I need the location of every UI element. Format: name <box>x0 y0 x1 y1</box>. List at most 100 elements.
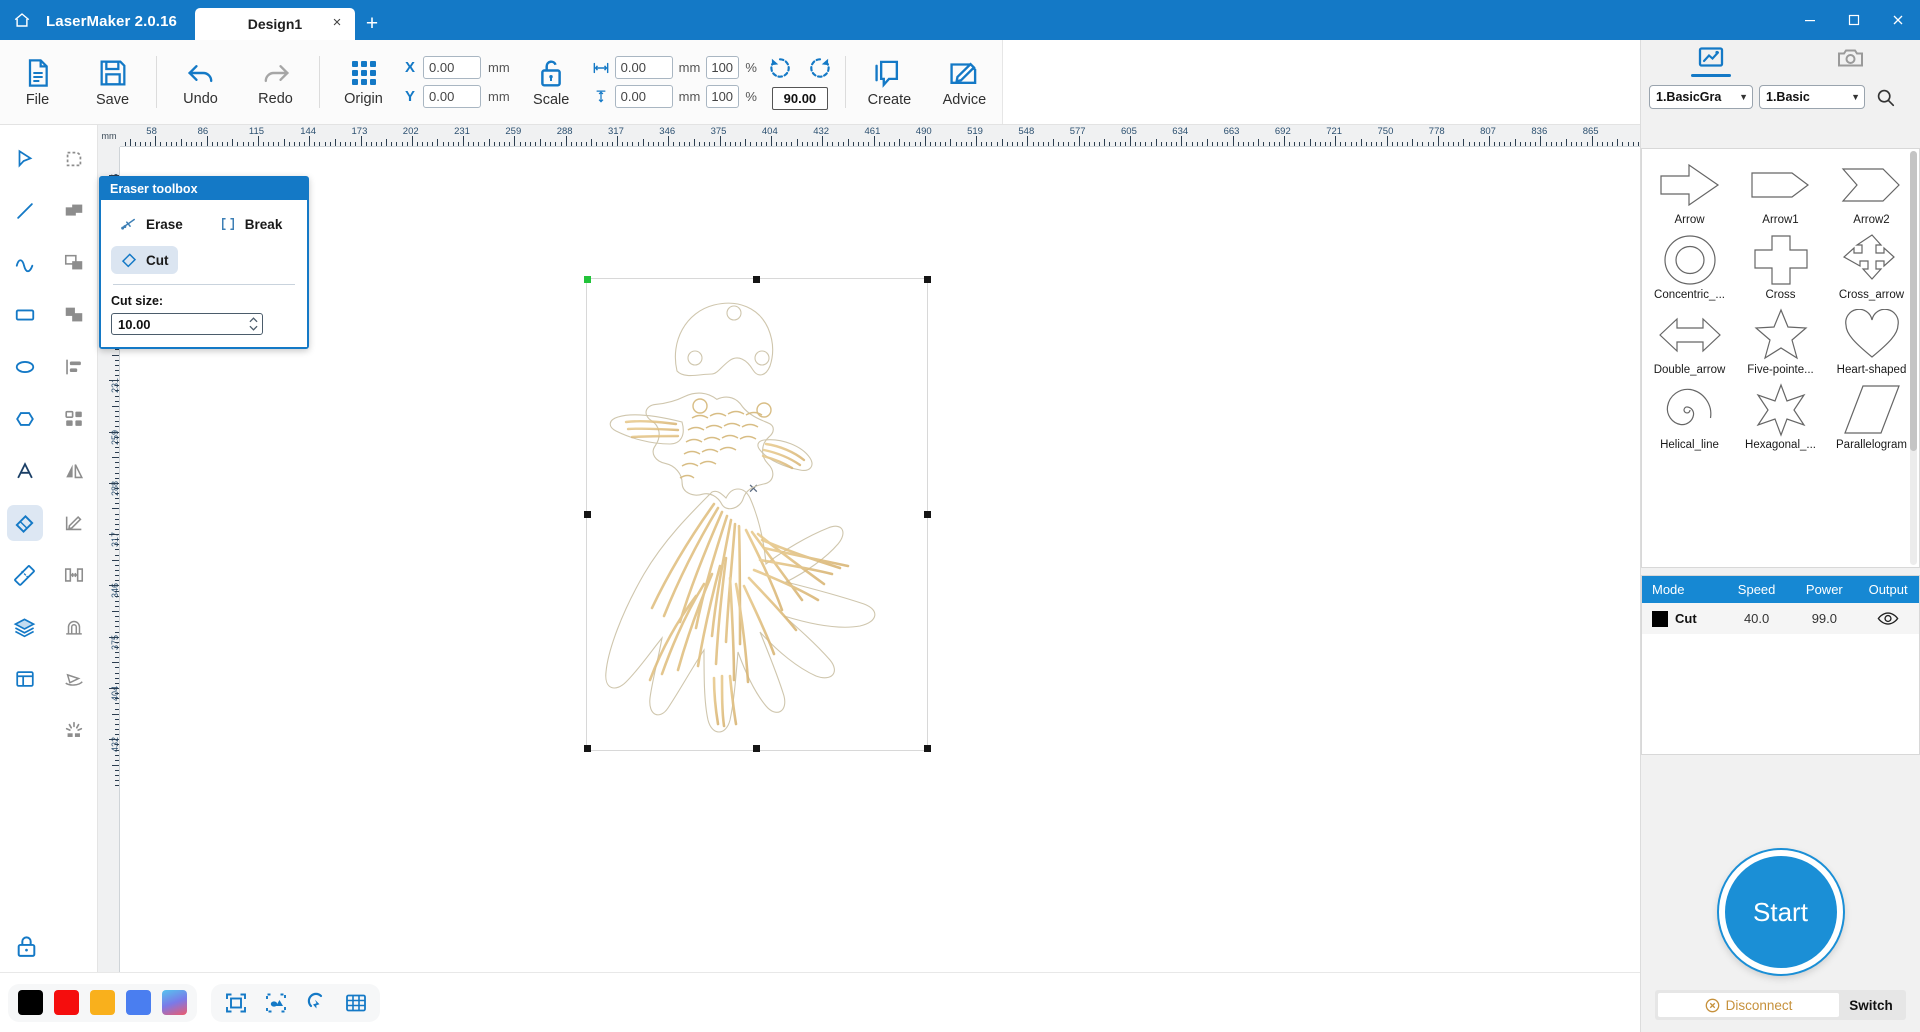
cut-size-stepper[interactable]: 10.00 <box>111 313 263 335</box>
start-button[interactable]: Start <box>1718 850 1843 974</box>
fit-to-frame-button[interactable] <box>221 988 250 1017</box>
erase-mode-button[interactable]: Erase <box>111 210 192 238</box>
sidebar-item-layers-tool[interactable] <box>0 601 49 653</box>
sidebar-item-ellipse-tool[interactable] <box>0 341 49 393</box>
row-power-cell[interactable]: 99.0 <box>1791 611 1857 626</box>
shape-item-heart[interactable]: Heart-shaped <box>1826 303 1917 378</box>
redo-button[interactable]: Redo <box>238 42 313 124</box>
save-button[interactable]: Save <box>75 42 150 124</box>
shape-item-parallelogram[interactable]: Parallelogram <box>1826 378 1917 453</box>
x-input[interactable]: 0.00 <box>423 56 481 79</box>
sidebar-item-subtract-tool[interactable] <box>49 237 98 289</box>
cut-mode-button[interactable]: Cut <box>111 246 178 274</box>
color-swatch-black[interactable] <box>18 990 43 1015</box>
sidebar-item-align-tool[interactable] <box>49 341 98 393</box>
rotation-angle-input[interactable]: 90.00 <box>771 86 828 110</box>
sidebar-item-offset-tool[interactable] <box>49 549 98 601</box>
ruler-tick <box>268 142 270 146</box>
new-tab-button[interactable]: + <box>355 8 389 40</box>
select-objects-button[interactable] <box>261 988 290 1017</box>
sidebar-item-frame-tool[interactable] <box>0 653 49 705</box>
shape-item-five-pointed-star[interactable]: Five-pointe... <box>1735 303 1826 378</box>
subcategory-dropdown[interactable]: 1.Basic ▼ <box>1759 85 1865 109</box>
table-row[interactable]: Cut 40.0 99.0 <box>1642 603 1919 634</box>
shape-item-double-arrow[interactable]: Double_arrow <box>1644 303 1735 378</box>
close-window-button[interactable] <box>1876 0 1920 40</box>
sidebar-item-select-tool[interactable] <box>0 133 49 185</box>
shape-library[interactable]: Arrow Arrow1 Arrow2 Concentric_... Cross… <box>1641 148 1920 568</box>
document-tab-design1[interactable]: Design1 × <box>194 8 355 40</box>
library-search-button[interactable] <box>1871 83 1900 112</box>
file-button[interactable]: File <box>0 42 75 124</box>
horizontal-ruler[interactable]: 2958861151441732022312592883173463754044… <box>98 125 1640 147</box>
shape-item-helical-line[interactable]: Helical_line <box>1644 378 1735 453</box>
shape-item-hexagonal-star[interactable]: Hexagonal_... <box>1735 378 1826 453</box>
stepper-arrows[interactable] <box>247 315 260 333</box>
shape-item-arrow2[interactable]: Arrow2 <box>1826 153 1917 228</box>
shape-item-cross[interactable]: Cross <box>1735 228 1826 303</box>
undo-button[interactable]: Undo <box>163 42 238 124</box>
category-dropdown[interactable]: 1.BasicGra ▼ <box>1649 85 1753 109</box>
color-swatch-gradient[interactable] <box>162 990 187 1015</box>
scrollbar-thumb[interactable] <box>1910 151 1917 451</box>
tab-library[interactable] <box>1681 46 1741 82</box>
magnet-snap-button[interactable] <box>301 988 330 1017</box>
cursor-arrow-icon <box>18 149 32 168</box>
row-output-cell[interactable] <box>1857 611 1919 626</box>
shape-item-cross-arrow[interactable]: Cross_arrow <box>1826 228 1917 303</box>
height-input[interactable]: 0.00 <box>614 85 673 108</box>
sidebar-item-union-tool[interactable] <box>49 185 98 237</box>
shape-item-arrow[interactable]: Arrow <box>1644 153 1735 228</box>
y-input[interactable]: 0.00 <box>423 85 481 108</box>
sidebar-item-polygon-tool[interactable] <box>0 393 49 445</box>
home-icon[interactable] <box>0 0 44 40</box>
sidebar-item-engrave-tool[interactable] <box>49 705 98 757</box>
canvas-lock-button[interactable] <box>6 926 46 966</box>
layer-color-swatch[interactable] <box>1652 610 1668 627</box>
ruler-label: 404 <box>761 126 778 137</box>
shape-item-arrow1[interactable]: Arrow1 <box>1735 153 1826 228</box>
shape-library-scrollbar[interactable] <box>1910 151 1917 565</box>
width-percent-input[interactable]: 100 <box>706 56 740 79</box>
sidebar-item-intersect-tool[interactable] <box>49 289 98 341</box>
sidebar-item-node-edit-tool[interactable] <box>49 133 98 185</box>
ruler-tick <box>1088 142 1090 146</box>
break-mode-button[interactable]: Break <box>210 210 292 238</box>
sidebar-item-curve-tool[interactable] <box>0 237 49 289</box>
shape-item-concentric[interactable]: Concentric_... <box>1644 228 1735 303</box>
sidebar-item-mirror-tool[interactable] <box>49 445 98 497</box>
sidebar-item-eraser-tool[interactable] <box>0 497 49 549</box>
sidebar-item-perspective-tool[interactable] <box>49 653 98 705</box>
row-speed-cell[interactable]: 40.0 <box>1722 611 1792 626</box>
minimize-button[interactable] <box>1788 0 1832 40</box>
sidebar-item-path-tool[interactable] <box>49 601 98 653</box>
scale-lock-button[interactable]: Scale <box>514 42 589 124</box>
sidebar-item-draw-measure-tool[interactable] <box>49 497 98 549</box>
sidebar-item-measure-tool[interactable] <box>0 549 49 601</box>
sidebar-item-rectangle-tool[interactable] <box>0 289 49 341</box>
sidebar-item-group-tool[interactable] <box>49 393 98 445</box>
grid-toggle-button[interactable] <box>341 988 370 1017</box>
ruler-tick <box>345 142 347 146</box>
height-percent-input[interactable]: 100 <box>706 85 740 108</box>
ruler-tick <box>1047 142 1049 146</box>
design-canvas[interactable]: ✕ <box>120 147 1640 972</box>
advice-button[interactable]: Advice <box>927 42 1002 124</box>
rotate-left-icon[interactable] <box>767 55 793 81</box>
create-button[interactable]: Create <box>852 42 927 124</box>
goldfish-artwork[interactable] <box>586 278 928 751</box>
maximize-button[interactable] <box>1832 0 1876 40</box>
color-swatch-blue[interactable] <box>126 990 151 1015</box>
sidebar-item-text-tool[interactable] <box>0 445 49 497</box>
sidebar-item-line-tool[interactable] <box>0 185 49 237</box>
rotate-right-icon[interactable] <box>807 55 833 81</box>
width-input[interactable]: 0.00 <box>614 56 673 79</box>
divider <box>156 56 157 108</box>
close-icon[interactable]: × <box>329 15 345 31</box>
disconnect-button[interactable]: Disconnect <box>1658 993 1839 1017</box>
color-swatch-red[interactable] <box>54 990 79 1015</box>
switch-button[interactable]: Switch <box>1839 998 1903 1013</box>
tab-camera[interactable] <box>1820 46 1880 82</box>
color-swatch-orange[interactable] <box>90 990 115 1015</box>
origin-button[interactable]: Origin <box>326 42 401 124</box>
